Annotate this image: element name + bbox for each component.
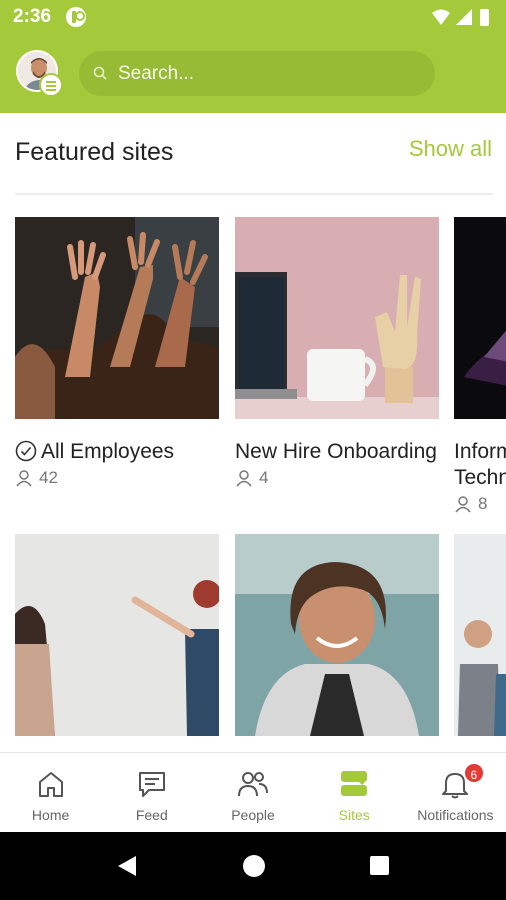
site-image xyxy=(15,217,219,419)
search-icon xyxy=(93,66,107,80)
search-bar[interactable] xyxy=(79,51,435,96)
app-notification-icon xyxy=(66,7,86,27)
nav-item-people[interactable]: People xyxy=(202,753,303,832)
chat-icon xyxy=(138,772,165,797)
site-name: All Employees xyxy=(41,440,175,463)
member-count: 4 xyxy=(235,468,439,488)
person-icon xyxy=(236,470,252,487)
system-status-icons xyxy=(432,9,489,26)
wifi-icon xyxy=(432,9,450,25)
nav-item-home[interactable]: Home xyxy=(0,753,101,832)
member-count: 8 xyxy=(454,494,506,514)
person-icon xyxy=(16,470,32,487)
site-card[interactable] xyxy=(454,534,506,736)
site-image xyxy=(454,534,506,736)
nav-label-home: Home xyxy=(31,807,70,823)
featured-sites-title: Featured sites xyxy=(15,138,174,166)
site-card-new-hire-onboarding[interactable]: New Hire Onboarding 4 xyxy=(235,217,439,488)
site-name: New Hire Onboarding xyxy=(235,440,437,463)
site-card[interactable] xyxy=(15,534,219,736)
battery-icon xyxy=(480,9,489,26)
home-icon xyxy=(38,772,63,797)
home-button-icon[interactable] xyxy=(243,855,265,877)
nav-label-notifications: Notifications xyxy=(417,807,494,823)
followed-check-icon xyxy=(15,440,37,462)
app-header: 2:36 xyxy=(0,0,506,113)
status-bar: 2:36 xyxy=(0,0,506,36)
member-count-value: 42 xyxy=(39,468,58,487)
bottom-navigation: Home Feed People Sites 6 Notifications xyxy=(0,752,506,832)
site-name: Information Technology xyxy=(454,440,506,489)
nav-label-sites: Sites xyxy=(338,807,370,823)
site-card-information-technology[interactable]: Information Technology 8 xyxy=(454,217,506,514)
show-all-link[interactable]: Show all xyxy=(409,136,492,162)
site-image xyxy=(15,534,219,736)
nav-item-feed[interactable]: Feed xyxy=(101,753,202,832)
status-time: 2:36 xyxy=(13,6,52,27)
site-image xyxy=(235,217,439,419)
member-count-value: 8 xyxy=(478,494,488,513)
system-navigation-bar xyxy=(0,832,506,900)
nav-item-sites[interactable]: Sites xyxy=(304,753,405,832)
member-count-value: 4 xyxy=(259,468,269,487)
site-card-all-employees[interactable]: All Employees 42 xyxy=(15,217,219,488)
section-divider xyxy=(15,193,493,195)
member-count: 42 xyxy=(15,468,219,488)
sites-icon xyxy=(341,771,368,796)
nav-label-people: People xyxy=(231,807,275,823)
recent-apps-icon[interactable] xyxy=(370,856,389,875)
nav-label-feed: Feed xyxy=(135,807,168,823)
site-card[interactable] xyxy=(235,534,439,736)
app-screen: 2:36 Search... Featured sites Show all A… xyxy=(0,0,506,900)
person-icon xyxy=(455,496,471,513)
site-image xyxy=(235,534,439,736)
people-icon xyxy=(238,772,268,797)
notification-badge: 6 xyxy=(462,762,485,784)
nav-item-notifications[interactable]: 6 Notifications xyxy=(405,753,506,832)
back-icon[interactable] xyxy=(116,854,138,878)
menu-icon[interactable] xyxy=(39,73,63,97)
site-image xyxy=(454,217,506,419)
search-input[interactable] xyxy=(118,51,418,96)
signal-icon xyxy=(456,9,472,25)
